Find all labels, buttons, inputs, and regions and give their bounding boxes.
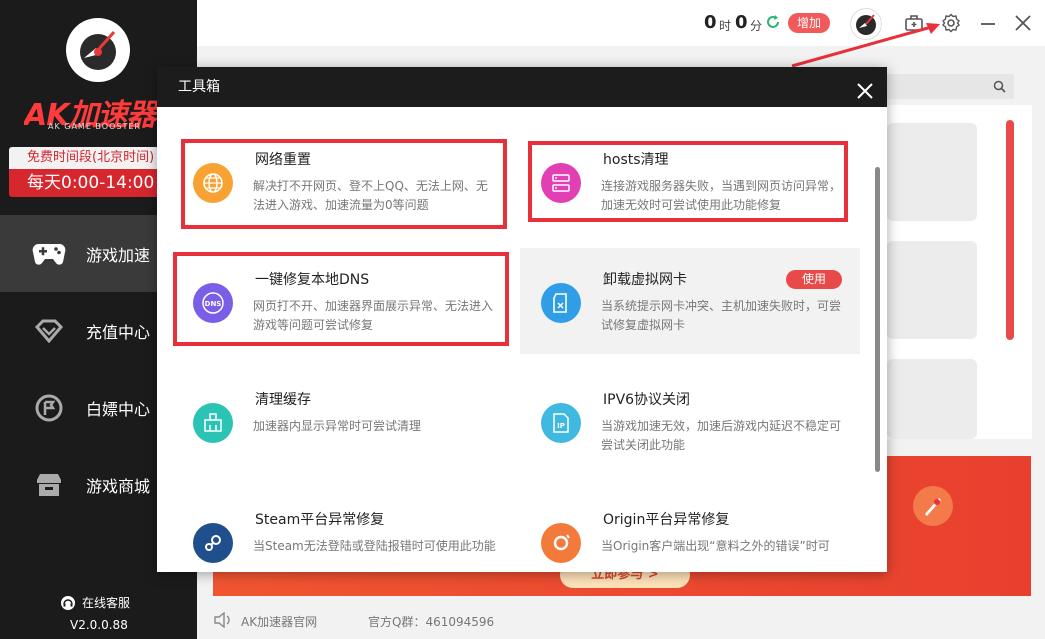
tool-description: 网页打不开、加速器界面展示异常、无法进入游戏等问题可尝试修复 <box>253 299 494 332</box>
dialog-header: 工具箱 <box>157 67 887 107</box>
dialog-scrollbar[interactable] <box>875 167 880 472</box>
refresh-icon[interactable] <box>766 14 780 33</box>
tool-description: 当Origin客户端出现“意料之外的错误”时可 <box>601 539 830 553</box>
tool-title: hosts清理 <box>603 152 669 168</box>
gamepad-icon <box>32 237 66 271</box>
search-icon <box>993 80 1006 93</box>
hours-unit: 时 <box>719 19 732 33</box>
customer-service-label: 在线客服 <box>82 596 131 610</box>
nav-label: 充值中心 <box>86 322 151 342</box>
tool-dns-repair[interactable]: DNS 一键修复本地DNS 网页打不开、加速器界面展示异常、无法进入游戏等问题可… <box>177 267 517 365</box>
store-icon <box>32 468 66 502</box>
tool-steam-repair[interactable]: Steam平台异常修复 当Steam无法登陆或登陆报错时可使用此功能 <box>177 507 517 572</box>
speaker-icon <box>213 611 233 631</box>
tool-title: Origin平台异常修复 <box>603 512 730 528</box>
origin-icon <box>541 523 581 563</box>
tool-title: IPV6协议关闭 <box>603 392 691 408</box>
game-card[interactable] <box>887 359 977 439</box>
tool-title: Steam平台异常修复 <box>255 512 385 528</box>
tool-ipv6-disable[interactable]: IP IPV6协议关闭 当游戏加速无效，加速后游戏内延迟不稳定可尝试关闭此功能 <box>525 387 865 485</box>
headset-icon <box>61 595 75 610</box>
tool-title: 卸载虚拟网卡 <box>603 272 687 288</box>
use-button[interactable]: 使用 <box>786 270 842 289</box>
dart-logo-icon <box>80 31 116 70</box>
footer: AK加速器官网 官方Q群：461094596 <box>197 600 1045 639</box>
tool-description: 当Steam无法登陆或登陆报错时可使用此功能 <box>253 539 496 553</box>
tool-clear-cache[interactable]: 清理缓存 加速器内显示异常时可尝试清理 <box>177 387 517 485</box>
tool-description: 加速器内显示异常时可尝试清理 <box>253 419 422 433</box>
tool-hosts-clean[interactable]: hosts清理 连接游戏服务器失败，当遇到网页访问异常，加速无效时可尝试使用此功… <box>525 147 865 245</box>
minutes-value: 0 <box>735 12 748 33</box>
tool-uninstall-virtual-nic[interactable]: 卸载虚拟网卡 当系统提示网卡冲突、主机加速失败时，可尝试修复虚拟网卡 使用 <box>520 248 860 354</box>
minimize-icon[interactable] <box>977 12 999 34</box>
tool-title: 网络重置 <box>255 152 311 168</box>
toolbox-dialog: 工具箱 网络重置 解决打不开网页、登不上QQ、无法上网、无法进入游戏、加速流量为… <box>157 67 887 572</box>
tool-title: 清理缓存 <box>255 392 311 408</box>
svg-text:IP: IP <box>557 422 565 430</box>
free-time-range: 每天0:00-14:00 <box>27 173 155 193</box>
broom-icon <box>193 403 233 443</box>
close-icon[interactable] <box>855 77 875 99</box>
steam-icon <box>193 523 233 563</box>
close-window-icon[interactable] <box>1012 12 1034 34</box>
logo <box>66 18 130 82</box>
list-scrollbar[interactable] <box>1006 120 1014 340</box>
official-site-link[interactable]: AK加速器官网 <box>241 613 317 630</box>
nav-label: 白嫖中心 <box>86 399 151 419</box>
tool-network-reset[interactable]: 网络重置 解决打不开网页、登不上QQ、无法上网、无法进入游戏、加速流量为0等问题 <box>177 147 517 245</box>
tool-grid: 网络重置 解决打不开网页、登不上QQ、无法上网、无法进入游戏、加速流量为0等问题… <box>157 107 887 572</box>
version-label: V2.0.0.88 <box>70 618 128 632</box>
hours-value: 0 <box>704 12 717 33</box>
brand-subtitle: AK GAME BOOSTER <box>48 122 141 131</box>
globe-icon <box>193 163 233 203</box>
game-card[interactable] <box>887 241 977 339</box>
tool-description: 连接游戏服务器失败，当遇到网页访问异常，加速无效时可尝试使用此功能修复 <box>601 179 842 212</box>
tool-description: 当游戏加速无效，加速后游戏内延迟不稳定可尝试关闭此功能 <box>601 419 842 452</box>
nav-label: 游戏商城 <box>86 476 151 496</box>
qq-group-label: 官方Q群：461094596 <box>368 615 495 629</box>
minutes-unit: 分 <box>750 19 763 33</box>
search-input[interactable] <box>880 74 1014 99</box>
dns-icon: DNS <box>193 283 233 323</box>
dialog-title: 工具箱 <box>178 79 220 95</box>
annotation-arrow-icon <box>791 23 940 68</box>
nav-label: 游戏加速 <box>86 245 151 265</box>
game-card[interactable] <box>887 123 977 221</box>
tool-title: 一键修复本地DNS <box>255 272 370 288</box>
sdcard-icon <box>541 283 581 323</box>
svg-text:DNS: DNS <box>205 300 222 308</box>
customer-service-link[interactable]: 在线客服 <box>60 594 130 611</box>
tool-description: 解决打不开网页、登不上QQ、无法上网、无法进入游戏、加速流量为0等问题 <box>253 179 488 212</box>
diamond-icon <box>32 314 66 348</box>
tool-origin-repair[interactable]: Origin平台异常修复 当Origin客户端出现“意料之外的错误”时可 <box>525 507 865 572</box>
ip-icon: IP <box>541 403 581 443</box>
tool-description: 当系统提示网卡冲突、主机加速失败时，可尝试修复虚拟网卡 <box>601 299 842 332</box>
flag-icon <box>32 391 66 425</box>
rocket-icon <box>913 486 953 526</box>
server-icon <box>541 163 581 203</box>
